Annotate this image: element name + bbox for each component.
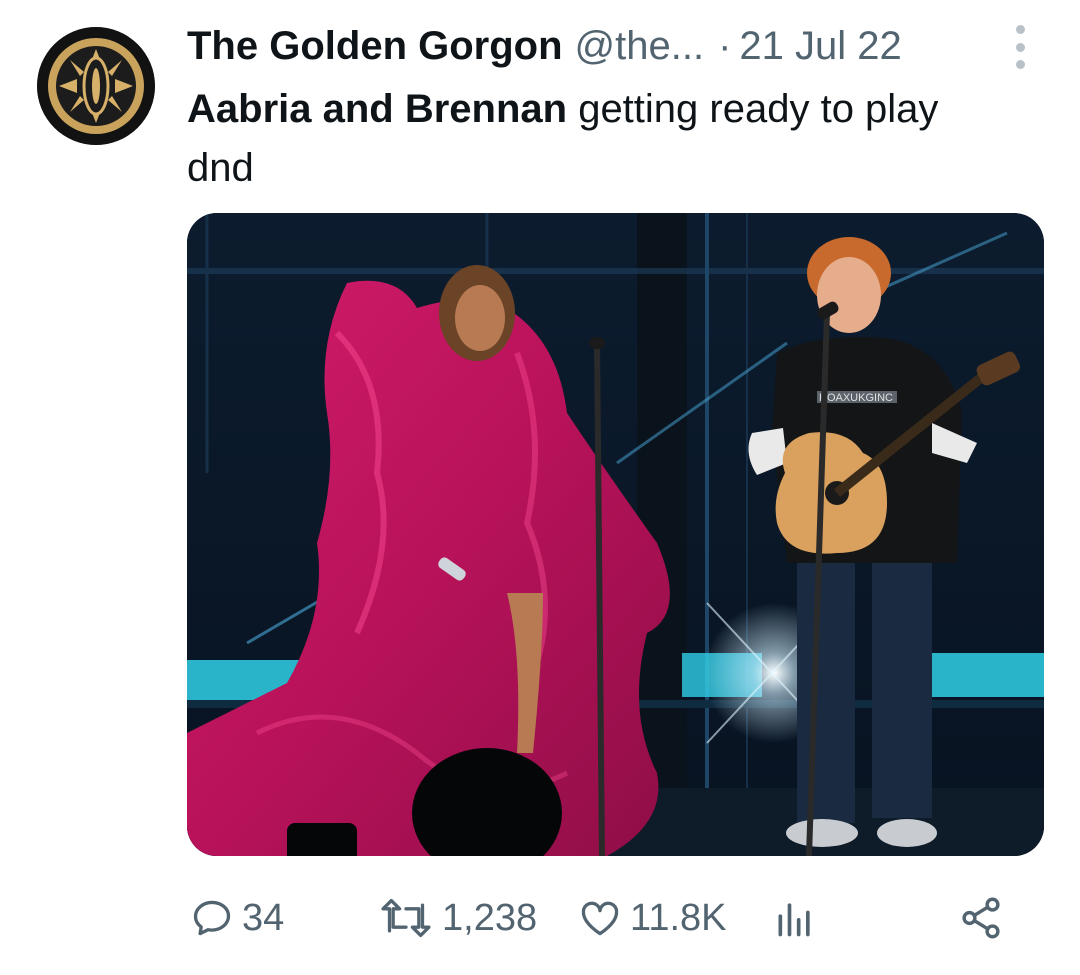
retweet-button[interactable]: 1,238	[378, 890, 537, 946]
header-separator: ·	[718, 23, 732, 68]
tweet-date[interactable]: 21 Jul 22	[739, 24, 901, 69]
concert-photo: HOAXUKGINC	[187, 213, 1044, 856]
bar-chart-icon	[778, 903, 810, 937]
share-button[interactable]	[958, 890, 1004, 946]
reply-button[interactable]: 34	[190, 890, 284, 946]
avatar[interactable]	[37, 27, 155, 145]
reply-icon	[193, 900, 231, 936]
reply-count: 34	[242, 896, 285, 939]
tweet-text-bold: Aabria and Brennan	[187, 87, 568, 131]
views-button[interactable]	[773, 890, 817, 946]
golden-eye-logo-icon	[37, 27, 155, 145]
shirt-text: HOAXUKGINC	[819, 392, 893, 404]
like-button[interactable]: 11.8K	[578, 890, 726, 946]
retweet-count: 1,238	[442, 896, 538, 939]
tweet-text: Aabria and Brennan getting ready to play…	[187, 80, 1007, 198]
retweet-icon	[381, 898, 431, 938]
like-count: 11.8K	[630, 896, 727, 939]
heart-icon	[581, 901, 619, 936]
more-options-icon[interactable]	[1008, 25, 1032, 69]
share-icon	[962, 897, 1000, 939]
author-name[interactable]: The Golden Gorgon	[187, 24, 563, 69]
tweet-media-photo[interactable]: HOAXUKGINC	[187, 213, 1044, 856]
tweet-header: The Golden Gorgon @the... · 21 Jul 22	[187, 20, 1020, 72]
author-handle[interactable]: @the...	[575, 24, 705, 69]
tweet-actions: 34 1,238 11.8K	[190, 890, 1020, 946]
